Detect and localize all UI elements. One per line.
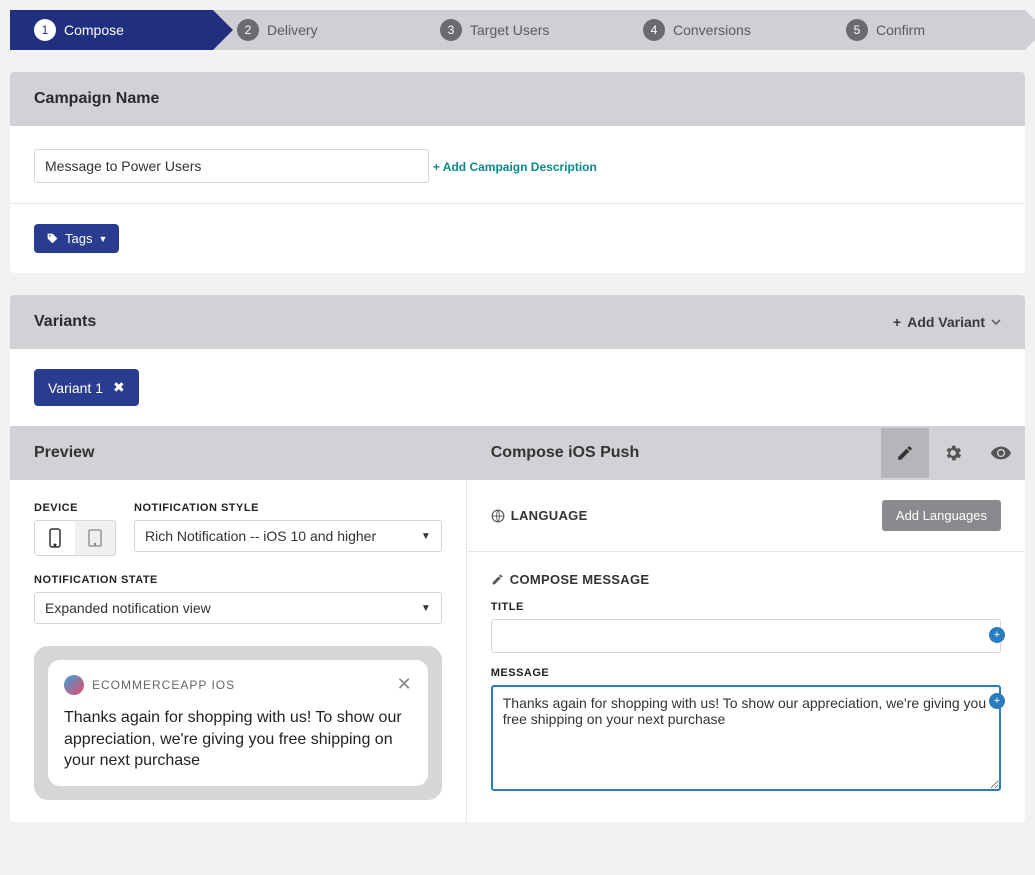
step-conversions[interactable]: 4 Conversions (619, 10, 822, 50)
variant-chip[interactable]: Variant 1 ✖ (34, 369, 139, 406)
step-num: 3 (440, 19, 462, 41)
phone-icon (49, 528, 61, 548)
variant-chip-label: Variant 1 (48, 380, 103, 396)
add-variant-label: Add Variant (907, 314, 985, 330)
caret-down-icon: ▼ (421, 531, 431, 542)
step-compose[interactable]: 1 Compose (10, 10, 213, 50)
style-value: Rich Notification -- iOS 10 and higher (145, 528, 376, 544)
preview-header: Preview (10, 426, 467, 480)
step-num: 4 (643, 19, 665, 41)
add-personalization-button[interactable]: + (989, 627, 1005, 643)
message-textarea[interactable] (491, 685, 1001, 791)
compose-header-row: Preview Compose iOS Push (10, 426, 1025, 480)
caret-down-icon: ▼ (98, 234, 107, 244)
tags-button[interactable]: Tags ▼ (34, 224, 119, 253)
close-icon[interactable]: ✖ (113, 379, 125, 396)
gear-icon (943, 443, 963, 463)
step-label: Compose (64, 22, 124, 38)
compose-message-label: COMPOSE MESSAGE (510, 572, 650, 587)
step-confirm[interactable]: 5 Confirm (822, 10, 1025, 50)
pencil-icon (896, 444, 914, 462)
state-label: NOTIFICATION STATE (34, 574, 442, 586)
step-delivery[interactable]: 2 Delivery (213, 10, 416, 50)
message-label: MESSAGE (491, 667, 1001, 679)
add-languages-button[interactable]: Add Languages (882, 500, 1001, 531)
step-label: Conversions (673, 22, 751, 38)
step-label: Delivery (267, 22, 318, 38)
step-target-users[interactable]: 3 Target Users (416, 10, 619, 50)
title-label: TITLE (491, 601, 1001, 613)
campaign-header: Campaign Name (10, 72, 1025, 126)
notification-preview: ECOMMERCEAPP IOS ✕ Thanks again for shop… (34, 646, 442, 800)
compose-column: LANGUAGE Add Languages COMPOSE MESSAGE T… (467, 480, 1025, 822)
step-label: Target Users (470, 22, 549, 38)
device-phone-option[interactable] (35, 521, 75, 555)
caret-down-icon: ▼ (421, 603, 431, 614)
step-num: 1 (34, 19, 56, 41)
language-label: LANGUAGE (511, 508, 588, 523)
style-label: NOTIFICATION STYLE (134, 502, 442, 514)
add-description-link[interactable]: Add Campaign Description (433, 160, 597, 174)
device-toggle (34, 520, 116, 556)
device-label: DEVICE (34, 502, 116, 514)
step-label: Confirm (876, 22, 925, 38)
style-select[interactable]: Rich Notification -- iOS 10 and higher ▼ (134, 520, 442, 552)
state-value: Expanded notification view (45, 600, 211, 616)
campaign-name-input[interactable] (34, 149, 429, 183)
preview-column: DEVICE NOTIFICATION STYLE (10, 480, 467, 822)
notification-app-name: ECOMMERCEAPP IOS (92, 678, 389, 692)
globe-icon (491, 509, 505, 523)
step-num: 2 (237, 19, 259, 41)
wizard-steps: 1 Compose 2 Delivery 3 Target Users 4 Co… (10, 10, 1025, 50)
state-select[interactable]: Expanded notification view ▼ (34, 592, 442, 624)
tags-label: Tags (65, 231, 92, 246)
title-input[interactable] (491, 619, 1001, 653)
campaign-panel: Campaign Name Add Campaign Description T… (10, 72, 1025, 273)
variants-header: Variants (34, 313, 96, 331)
add-variant-button[interactable]: + Add Variant (893, 314, 1001, 330)
compose-ios-header: Compose iOS Push (491, 444, 639, 462)
tag-icon (46, 232, 59, 245)
edit-icon (491, 573, 504, 586)
notification-message-preview: Thanks again for shopping with us! To sh… (64, 707, 412, 772)
chevron-down-icon (991, 317, 1001, 327)
edit-tab-button[interactable] (881, 428, 929, 478)
eye-icon (990, 442, 1012, 464)
add-personalization-button[interactable]: + (989, 693, 1005, 709)
settings-tab-button[interactable] (929, 428, 977, 478)
step-num: 5 (846, 19, 868, 41)
tablet-icon (88, 529, 102, 547)
close-icon[interactable]: ✕ (397, 674, 412, 695)
preview-tab-button[interactable] (977, 428, 1025, 478)
app-icon (64, 675, 84, 695)
device-tablet-option[interactable] (75, 521, 115, 555)
variants-panel: Variants + Add Variant Variant 1 ✖ Previ… (10, 295, 1025, 822)
